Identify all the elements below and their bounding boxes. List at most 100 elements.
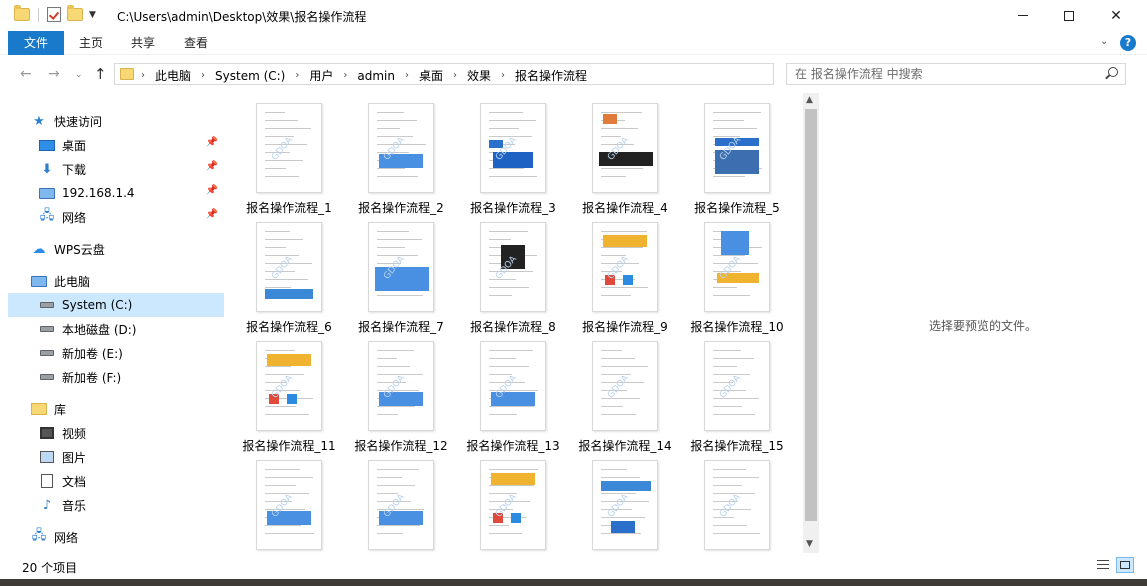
large-icons-view-icon[interactable] <box>1116 557 1134 573</box>
breadcrumb-separator-icon[interactable]: › <box>201 70 205 81</box>
address-bar[interactable]: › 此电脑 › System (C:) › 用户 › admin › 桌面 › … <box>114 63 883 85</box>
breadcrumb-item[interactable]: 桌面 <box>419 67 443 84</box>
file-item[interactable]: GDOA 报名操作流程_12 <box>336 333 448 453</box>
breadcrumb-separator-icon[interactable]: › <box>343 70 347 81</box>
customize-toolbar-dropdown-icon[interactable]: ▼ <box>89 10 96 20</box>
new-folder-icon[interactable] <box>67 5 83 21</box>
file-item[interactable]: GDOA <box>448 452 560 553</box>
scrollbar-thumb[interactable] <box>805 109 817 521</box>
file-thumbnail[interactable]: GDOA <box>592 460 658 550</box>
file-thumbnail[interactable]: GDOA <box>256 341 322 431</box>
file-thumbnail[interactable]: GDOA <box>704 222 770 312</box>
file-thumbnail[interactable]: GDOA <box>256 460 322 550</box>
file-item[interactable]: GDOA <box>560 452 672 553</box>
sidebar-item-volume-f[interactable]: 新加卷 (F:) <box>38 365 224 389</box>
file-thumbnail[interactable]: GDOA <box>592 222 658 312</box>
maximize-button[interactable] <box>1046 0 1092 31</box>
file-item[interactable]: GDOA 报名操作流程_1 <box>228 95 336 215</box>
pin-icon[interactable]: 📌 <box>206 185 218 196</box>
sidebar-item-local-disk-d[interactable]: 本地磁盘 (D:) <box>38 317 224 341</box>
file-item[interactable]: GDOA 报名操作流程_14 <box>560 333 672 453</box>
sidebar-item-volume-e[interactable]: 新加卷 (E:) <box>38 341 224 365</box>
sidebar-item-network[interactable]: 🖧 网络 <box>30 525 224 549</box>
recent-locations-chevron-icon[interactable]: ⌄ <box>75 70 83 80</box>
file-thumbnail[interactable]: GDOA <box>704 341 770 431</box>
sidebar-item-music[interactable]: ♪ 音乐 <box>38 493 224 517</box>
forward-arrow-icon[interactable]: → <box>48 66 60 82</box>
scroll-up-icon[interactable]: ▲ <box>806 95 813 105</box>
file-thumbnail[interactable]: GDOA <box>704 460 770 550</box>
sidebar-item-this-pc[interactable]: 此电脑 <box>30 269 224 293</box>
tab-home[interactable]: 主页 <box>66 31 116 55</box>
breadcrumb-separator-icon[interactable]: › <box>501 70 505 81</box>
scroll-down-icon[interactable]: ▼ <box>806 539 813 549</box>
pin-icon[interactable]: 📌 <box>206 161 218 172</box>
file-thumbnail[interactable]: GDOA <box>480 460 546 550</box>
sidebar-item-network-pinned[interactable]: 🖧 网络 📌 <box>38 205 224 229</box>
file-thumbnail[interactable]: GDOA <box>368 103 434 193</box>
file-thumbnail[interactable]: GDOA <box>480 103 546 193</box>
file-item[interactable]: GDOA <box>336 452 448 553</box>
file-item[interactable]: GDOA 报名操作流程_11 <box>228 333 336 453</box>
up-arrow-icon[interactable]: ↑ <box>94 65 107 83</box>
breadcrumb-separator-icon[interactable]: › <box>453 70 457 81</box>
sidebar-item-libraries[interactable]: 库 <box>30 397 224 421</box>
details-view-icon[interactable] <box>1094 557 1112 573</box>
sidebar-item-network-host[interactable]: 192.168.1.4 📌 <box>38 181 224 205</box>
file-item[interactable]: GDOA 报名操作流程_7 <box>336 214 448 334</box>
sidebar-item-system-c[interactable]: System (C:) <box>8 293 224 317</box>
pin-icon[interactable]: 📌 <box>206 137 218 148</box>
file-list-view[interactable]: GDOA 报名操作流程_1 GDOA 报名操作流程_2 GDOA 报名操作流程_3 GDOA… <box>228 93 803 553</box>
folder-icon[interactable] <box>14 5 30 21</box>
file-item[interactable]: GDOA 报名操作流程_3 <box>448 95 560 215</box>
sidebar-item-quick-access[interactable]: ★ 快速访问 <box>30 109 224 133</box>
sidebar-item-pictures[interactable]: 图片 <box>38 445 224 469</box>
file-item[interactable]: GDOA 报名操作流程_8 <box>448 214 560 334</box>
file-item[interactable]: GDOA <box>672 452 784 553</box>
tab-file[interactable]: 文件 <box>8 31 64 55</box>
file-thumbnail[interactable]: GDOA <box>368 460 434 550</box>
search-input[interactable] <box>787 64 1087 84</box>
breadcrumb-separator-icon[interactable]: › <box>405 70 409 81</box>
expand-ribbon-chevron-down-icon[interactable]: ⌄ <box>1100 36 1108 47</box>
breadcrumb-item[interactable]: 用户 <box>309 67 333 84</box>
minimize-button[interactable] <box>1000 0 1046 31</box>
file-item[interactable]: GDOA 报名操作流程_2 <box>336 95 448 215</box>
breadcrumb-separator-icon[interactable]: › <box>141 70 145 81</box>
tab-share[interactable]: 共享 <box>118 31 168 55</box>
help-icon[interactable]: ? <box>1120 35 1136 51</box>
sidebar-item-documents[interactable]: 文档 <box>38 469 224 493</box>
file-item[interactable]: GDOA 报名操作流程_13 <box>448 333 560 453</box>
properties-icon[interactable] <box>47 7 61 22</box>
breadcrumb-item[interactable]: 报名操作流程 <box>515 67 587 84</box>
file-item[interactable]: GDOA <box>228 452 336 553</box>
file-thumbnail[interactable]: GDOA <box>256 103 322 193</box>
file-thumbnail[interactable]: GDOA <box>480 222 546 312</box>
file-thumbnail[interactable]: GDOA <box>368 341 434 431</box>
file-thumbnail[interactable]: GDOA <box>704 103 770 193</box>
sidebar-item-desktop[interactable]: 桌面 📌 <box>38 133 224 157</box>
file-thumbnail[interactable]: GDOA <box>480 341 546 431</box>
tab-view[interactable]: 查看 <box>170 31 222 55</box>
file-item[interactable]: GDOA 报名操作流程_5 <box>672 95 784 215</box>
sidebar-item-videos[interactable]: 视频 <box>38 421 224 445</box>
close-button[interactable]: ✕ <box>1093 0 1139 31</box>
file-item[interactable]: GDOA 报名操作流程_9 <box>560 214 672 334</box>
breadcrumb-item[interactable]: admin <box>357 69 395 83</box>
pin-icon[interactable]: 📌 <box>206 209 218 220</box>
back-arrow-icon[interactable]: ← <box>20 66 32 82</box>
search-icon[interactable] <box>1108 67 1118 77</box>
file-thumbnail[interactable]: GDOA <box>256 222 322 312</box>
file-item[interactable]: GDOA 报名操作流程_10 <box>672 214 784 334</box>
file-item[interactable]: GDOA 报名操作流程_15 <box>672 333 784 453</box>
sidebar-item-downloads[interactable]: ⬇ 下载 📌 <box>38 157 224 181</box>
file-thumbnail[interactable]: GDOA <box>592 103 658 193</box>
breadcrumb-separator-icon[interactable]: › <box>295 70 299 81</box>
sidebar-item-wps-cloud[interactable]: ☁ WPS云盘 <box>30 237 224 261</box>
breadcrumb-item[interactable]: 效果 <box>467 67 491 84</box>
file-thumbnail[interactable]: GDOA <box>368 222 434 312</box>
breadcrumb-item[interactable]: 此电脑 <box>155 67 191 84</box>
vertical-scrollbar[interactable]: ▲ ▼ <box>803 93 819 553</box>
file-thumbnail[interactable]: GDOA <box>592 341 658 431</box>
file-item[interactable]: GDOA 报名操作流程_4 <box>560 95 672 215</box>
